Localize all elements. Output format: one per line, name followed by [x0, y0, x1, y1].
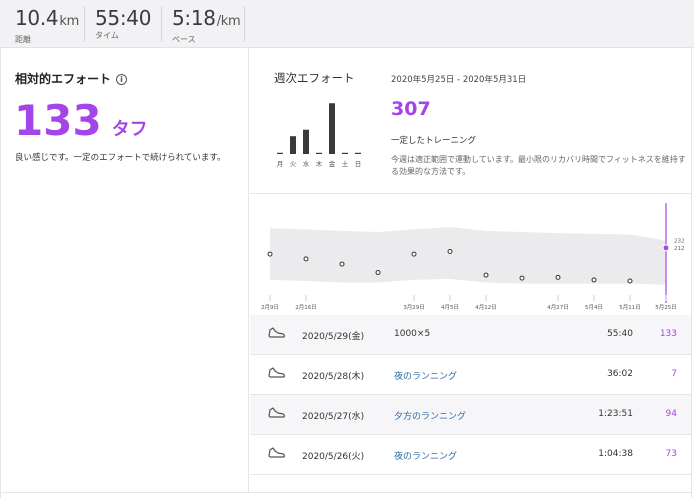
data-point[interactable] [627, 278, 633, 284]
activity-stats-bar: 10.4km 距離 55:40 タイム 5:18/km ペース [0, 0, 694, 48]
data-point[interactable] [519, 275, 525, 281]
x-tick-label: 4月5日 [441, 304, 459, 311]
activity-date: 2020/5/26(火) [302, 452, 365, 462]
x-tick-label: 5月11日 [619, 304, 641, 311]
weekly-bar [329, 103, 335, 154]
effort-trend-chart[interactable]: 232 212 2月9日 2月16日 3月29日 4月5日 4月12日 4月27日 5月4日 5月… [250, 203, 691, 313]
weekday-label: 金 [329, 159, 336, 168]
frame-border [0, 492, 692, 493]
relative-effort-score: 133 タフ [14, 96, 148, 145]
activity-effort: 133 [659, 329, 677, 339]
stat-time: 55:40 タイム [95, 6, 151, 41]
weekly-effort-title: 週次エフォート [274, 71, 355, 85]
x-tick-label: 4月12日 [475, 304, 497, 311]
weekday-label: 水 [303, 159, 310, 168]
weekly-bar [277, 152, 283, 154]
highlight-point[interactable] [662, 244, 670, 252]
weekday-label: 火 [290, 160, 297, 168]
x-tick-label: 5月25日 [655, 304, 677, 311]
activity-name: 1000×5 [394, 329, 431, 339]
shoe-icon [268, 447, 285, 458]
distance-unit: km [59, 14, 79, 29]
activity-time: 55:40 [607, 329, 633, 339]
relative-effort-value: 133 [14, 96, 102, 145]
range-label: 212 [674, 246, 685, 252]
activity-row[interactable]: 2020/5/28(木) 夜のランニング 36:02 7 [250, 355, 691, 395]
weekly-bar [355, 152, 361, 154]
info-icon[interactable]: i [116, 74, 128, 85]
weekday-label: 土 [342, 159, 349, 168]
weekday-label: 月 [277, 160, 284, 168]
relative-effort-title: 相対的エフォート [15, 72, 112, 86]
x-tick-label: 2月9日 [261, 304, 279, 311]
activity-time: 1:23:51 [598, 409, 633, 419]
week-date-range: 2020年5月25日 - 2020年5月31日 [391, 75, 527, 85]
time-label: タイム [95, 31, 119, 40]
weekly-bar [303, 129, 309, 154]
weekly-effort-panel: 週次エフォート 月火水木金土日 2020年5月25日 - 2020年5月31日 … [250, 48, 691, 492]
x-tick-label: 4月27日 [547, 304, 569, 311]
weekly-status: 一定したトレーニング [391, 136, 477, 146]
stat-distance: 10.4km 距離 [15, 6, 79, 45]
weekday-label: 日 [355, 160, 362, 168]
activity-link[interactable]: 夜のランニング [394, 369, 457, 382]
relative-effort-level: タフ [111, 119, 148, 140]
activity-time: 1:04:38 [598, 449, 633, 459]
effort-range-band [270, 227, 666, 285]
x-tick-label: 5月4日 [585, 304, 603, 311]
stat-pace: 5:18/km ペース [172, 6, 241, 45]
divider [250, 193, 691, 194]
shoe-icon [268, 327, 285, 338]
pace-unit: /km [216, 14, 241, 29]
weekly-bar [342, 152, 348, 154]
x-tick-label: 3月29日 [403, 304, 425, 311]
weekly-total-effort: 307 [391, 98, 431, 120]
shoe-icon [268, 367, 285, 378]
weekly-bar-chart: 月火水木金土日 [277, 103, 362, 168]
activity-date: 2020/5/28(木) [302, 372, 365, 382]
activity-row[interactable]: 2020/5/27(水) 夕方のランニング 1:23:51 94 [250, 395, 691, 435]
weekday-label: 木 [316, 159, 323, 168]
weekly-bar [290, 136, 296, 154]
frame-border [691, 48, 692, 498]
stat-divider [244, 6, 245, 42]
weekly-bar [316, 152, 322, 154]
activity-effort: 73 [665, 449, 677, 459]
pace-label: ペース [172, 35, 196, 44]
data-point[interactable] [375, 270, 381, 276]
activity-date: 2020/5/27(水) [302, 412, 365, 422]
data-point[interactable] [267, 251, 273, 257]
activity-link[interactable]: 夕方のランニング [394, 409, 466, 422]
data-point[interactable] [483, 272, 489, 278]
data-point[interactable] [411, 251, 417, 257]
activity-list: 2020/5/29(金) 1000×5 55:40 133 2020/5/28(… [250, 315, 691, 475]
data-point[interactable] [447, 249, 453, 255]
x-tick-label: 2月16日 [295, 304, 317, 311]
activity-date: 2020/5/29(金) [302, 332, 365, 342]
distance-label: 距離 [15, 35, 31, 44]
activity-time: 36:02 [607, 369, 633, 379]
data-point[interactable] [591, 277, 597, 283]
stat-divider [84, 6, 85, 42]
activity-row[interactable]: 2020/5/26(火) 夜のランニング 1:04:38 73 [250, 435, 691, 475]
data-point[interactable] [339, 261, 345, 267]
activity-link[interactable]: 夜のランニング [394, 449, 457, 462]
weekly-description: 今週は適正範囲で運動しています。最小限のリカバリ時間でフィットネスを維持する効果… [391, 155, 686, 176]
activity-row[interactable]: 2020/5/29(金) 1000×5 55:40 133 [250, 315, 691, 355]
data-point[interactable] [555, 274, 561, 280]
relative-effort-panel: 相対的エフォート i 133 タフ 良い感じです。一定のエフォートで続けられています… [0, 48, 249, 492]
data-point[interactable] [303, 256, 309, 262]
stat-divider [161, 6, 162, 42]
activity-effort: 7 [671, 369, 677, 379]
relative-effort-description: 良い感じです。一定のエフォートで続けられています。 [15, 153, 226, 163]
activity-effort: 94 [665, 409, 677, 419]
time-value: 55:40 [95, 6, 152, 30]
distance-value: 10.4 [15, 6, 59, 30]
shoe-icon [268, 407, 285, 418]
range-label: 232 [674, 238, 685, 244]
pace-value: 5:18 [172, 6, 216, 30]
